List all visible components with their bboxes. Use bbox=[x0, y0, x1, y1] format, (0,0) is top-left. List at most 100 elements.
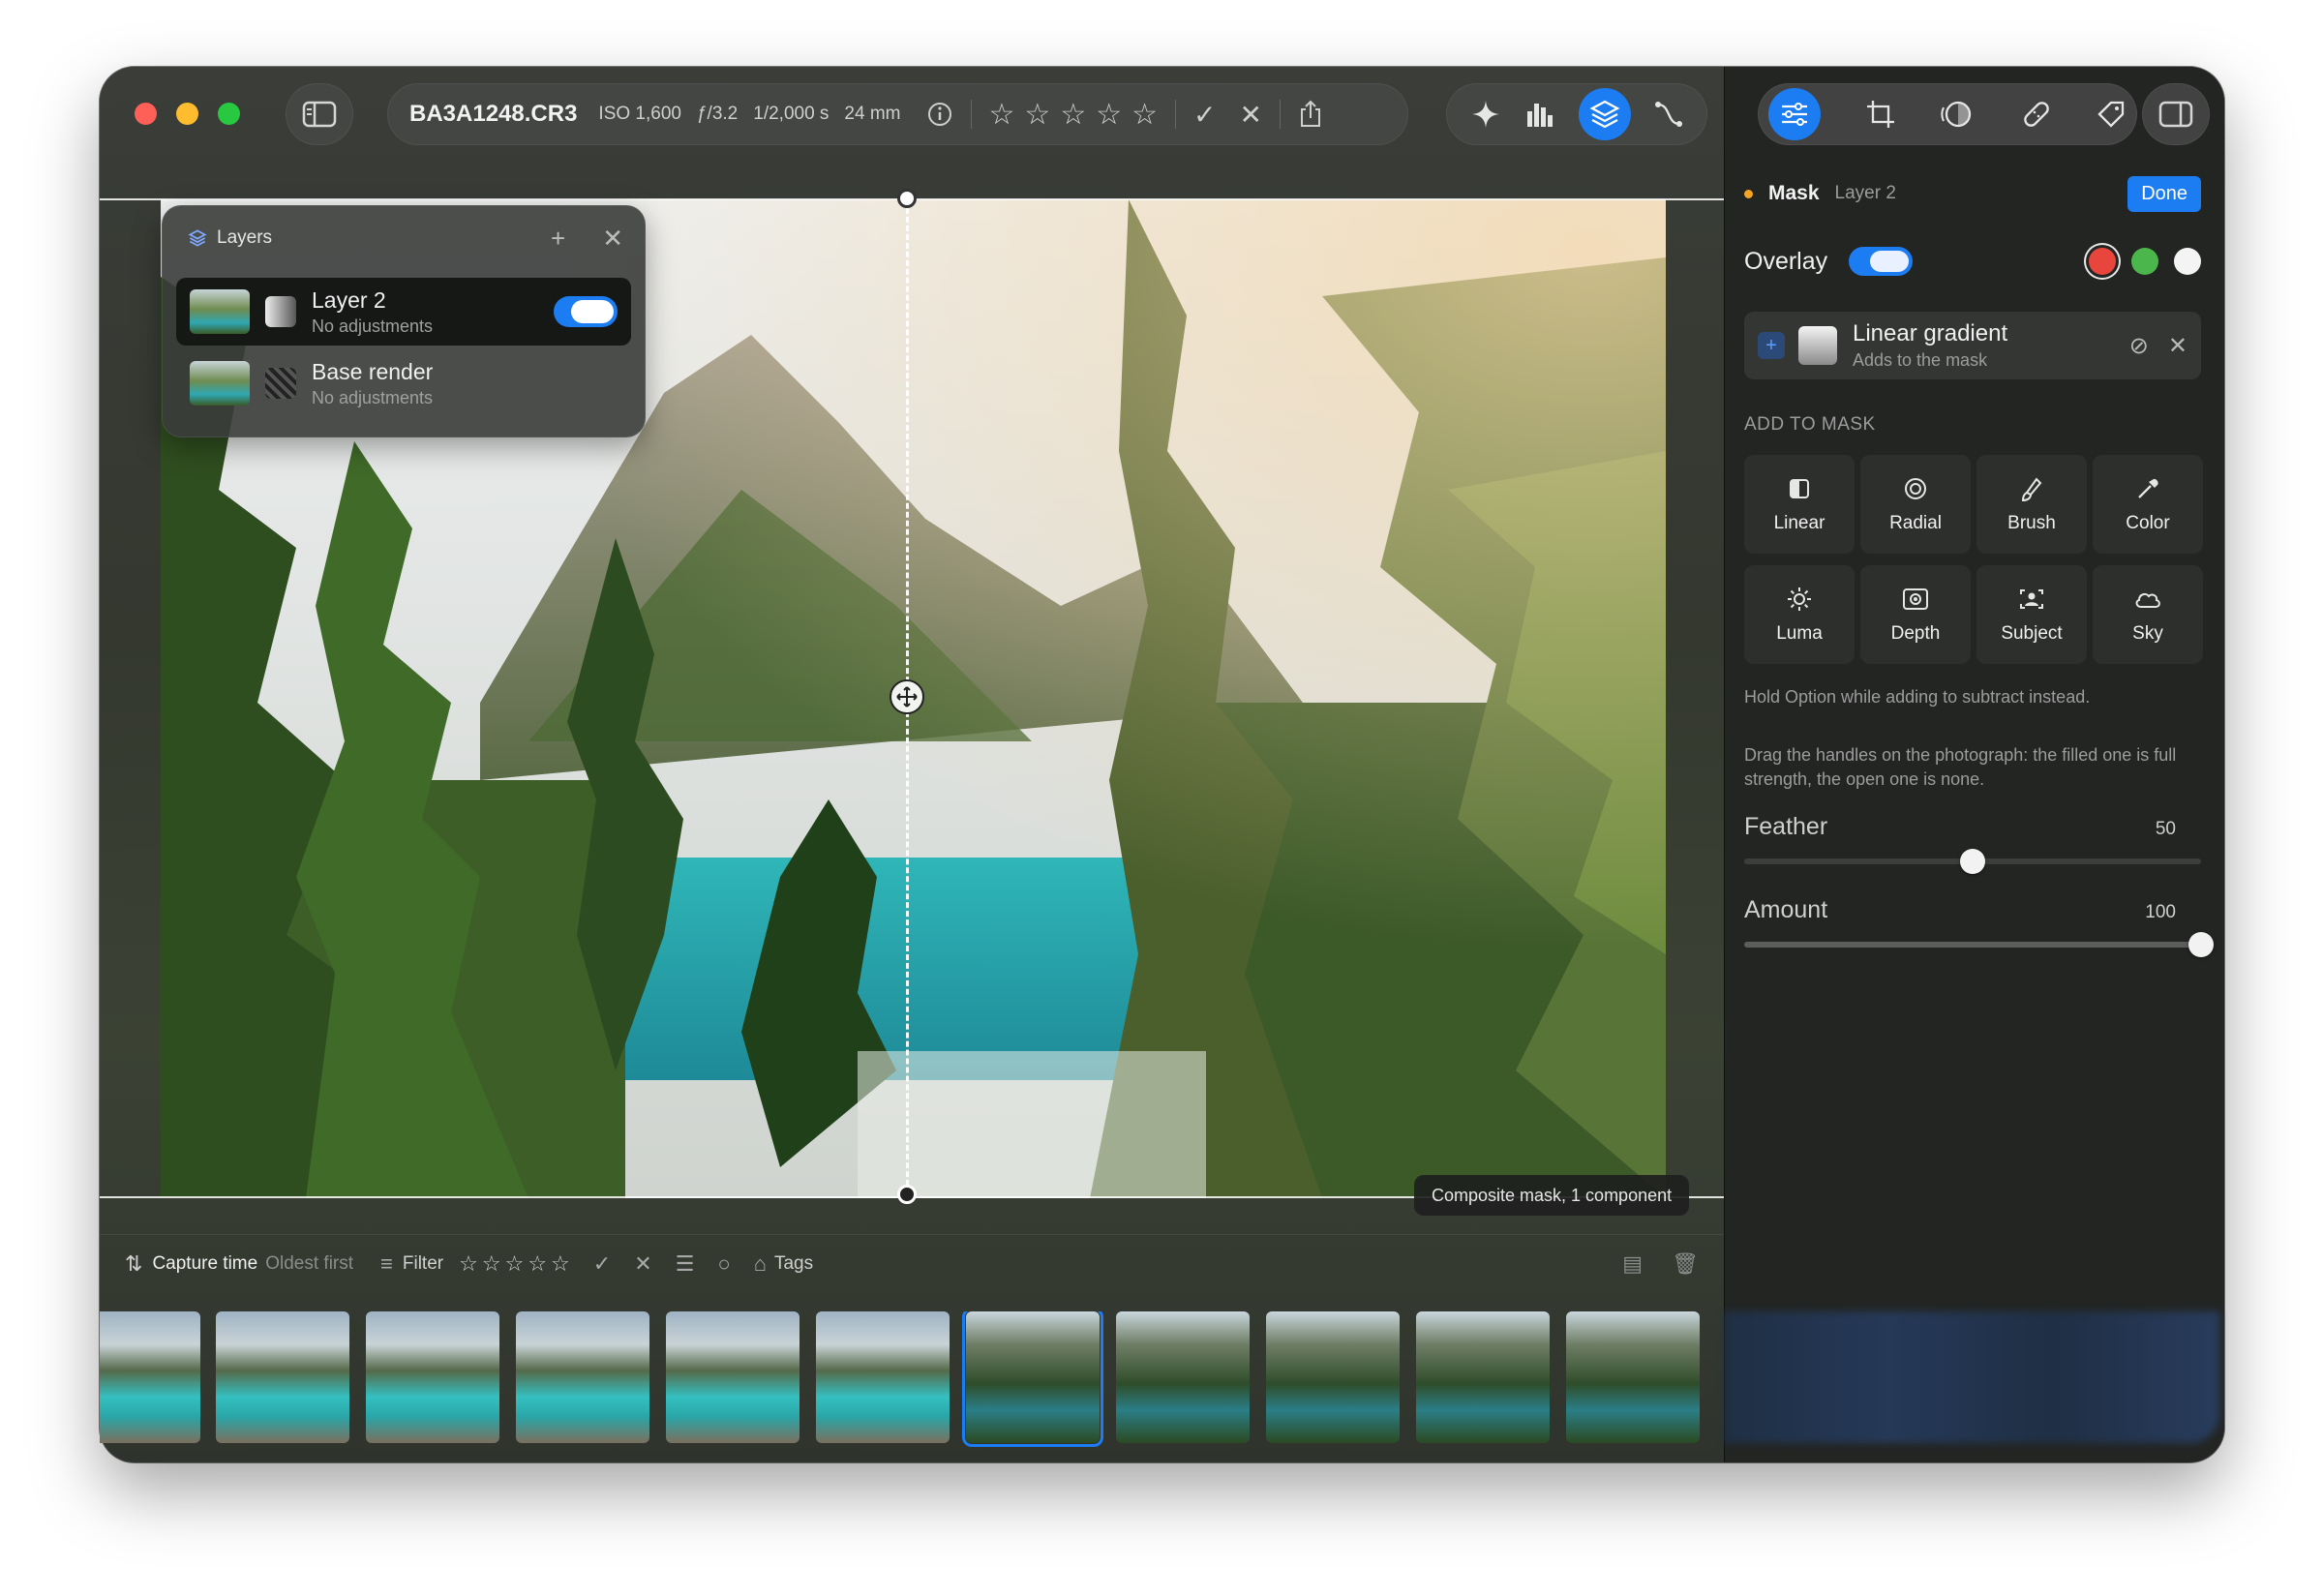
filter-icon[interactable]: ≡ bbox=[380, 1251, 393, 1277]
reject-x-icon[interactable]: ✕ bbox=[1240, 99, 1262, 131]
layers-panel: Layers + ✕ Layer 2 No adjustments Base r… bbox=[162, 205, 646, 437]
depth-mask-button[interactable]: Depth bbox=[1860, 565, 1971, 664]
filter-accepted-icon[interactable]: ✓ bbox=[593, 1251, 611, 1277]
luma-mask-button[interactable]: Luma bbox=[1744, 565, 1855, 664]
amount-slider-knob[interactable] bbox=[2188, 932, 2214, 957]
tool-label: Brush bbox=[2007, 513, 2056, 533]
star-icon[interactable]: ☆ bbox=[482, 1251, 501, 1277]
star-icon[interactable]: ☆ bbox=[989, 98, 1015, 132]
crop-icon[interactable] bbox=[1865, 99, 1896, 130]
star-icon[interactable]: ☆ bbox=[505, 1251, 525, 1277]
star-icon[interactable]: ☆ bbox=[1024, 98, 1050, 132]
filmstrip-thumbnail[interactable] bbox=[816, 1311, 950, 1443]
filmstrip-thumbnail[interactable] bbox=[100, 1311, 200, 1443]
filter-circle-icon[interactable]: ○ bbox=[717, 1251, 730, 1277]
adjustments-tab[interactable] bbox=[1768, 88, 1821, 140]
filmstrip-thumbnail[interactable] bbox=[1416, 1311, 1550, 1443]
zoom-window-button[interactable] bbox=[218, 103, 240, 125]
filter-star-rating[interactable]: ☆ ☆ ☆ ☆ ☆ bbox=[459, 1251, 570, 1277]
inspector-icon bbox=[2158, 101, 2193, 128]
layer-row-base-render[interactable]: Base render No adjustments bbox=[176, 349, 631, 417]
feather-slider[interactable] bbox=[1744, 849, 2201, 874]
overlay-color-red[interactable] bbox=[2089, 248, 2116, 275]
filmstrip-thumbnail[interactable] bbox=[666, 1311, 799, 1443]
close-window-button[interactable] bbox=[135, 103, 157, 125]
add-mode-icon[interactable]: + bbox=[1758, 332, 1785, 359]
filmstrip-thumbnail[interactable] bbox=[1566, 1311, 1700, 1443]
filter-rejected-icon[interactable]: ✕ bbox=[634, 1251, 651, 1277]
gradient-handle-filled[interactable] bbox=[897, 1185, 917, 1204]
layers-header: Layers + ✕ bbox=[188, 224, 623, 253]
amount-slider[interactable] bbox=[1744, 932, 2214, 957]
overlay-color-swatches bbox=[2089, 248, 2201, 275]
remove-component-icon[interactable]: ✕ bbox=[2168, 332, 2187, 360]
star-icon[interactable]: ☆ bbox=[1060, 98, 1086, 132]
overlay-toggle[interactable] bbox=[1849, 247, 1914, 276]
tool-label: Radial bbox=[1889, 513, 1942, 533]
filmstrip-thumbnail[interactable] bbox=[1266, 1311, 1400, 1443]
move-handle-icon[interactable] bbox=[890, 679, 924, 714]
filmstrip-thumbnail-selected[interactable] bbox=[962, 1311, 1103, 1447]
sidebar-toggle-button[interactable] bbox=[286, 83, 353, 145]
divider bbox=[970, 100, 972, 129]
filmstrip-thumbnail[interactable] bbox=[516, 1311, 649, 1443]
sparkle-icon[interactable] bbox=[1469, 98, 1502, 131]
radial-mask-button[interactable]: Radial bbox=[1860, 455, 1971, 554]
filename: BA3A1248.CR3 bbox=[409, 101, 578, 127]
mask-title: Mask bbox=[1768, 182, 1820, 204]
close-icon[interactable]: ✕ bbox=[602, 224, 623, 254]
filmstrip-thumbnail[interactable] bbox=[366, 1311, 499, 1443]
layer-visibility-toggle[interactable] bbox=[554, 296, 618, 327]
brush-mask-button[interactable]: Brush bbox=[1976, 455, 2087, 554]
add-layer-icon[interactable]: + bbox=[551, 224, 565, 254]
tool-label: Subject bbox=[2001, 623, 2063, 644]
star-icon[interactable]: ☆ bbox=[1096, 98, 1122, 132]
mask-component-card[interactable]: + Linear gradient Adds to the mask ⊘ ✕ bbox=[1744, 312, 2201, 379]
tag-icon[interactable] bbox=[2096, 99, 2127, 130]
subject-mask-button[interactable]: Subject bbox=[1976, 565, 2087, 664]
feather-slider-knob[interactable] bbox=[1960, 849, 1985, 874]
hide-component-icon[interactable]: ⊘ bbox=[2129, 332, 2149, 360]
layer-mask-thumbnail bbox=[265, 296, 296, 327]
document-icon[interactable]: ▤ bbox=[1622, 1251, 1643, 1277]
sort-field[interactable]: Capture time bbox=[152, 1253, 257, 1275]
share-icon[interactable] bbox=[1298, 100, 1323, 129]
filmstrip-thumbnail[interactable] bbox=[1116, 1311, 1250, 1443]
done-button[interactable]: Done bbox=[2127, 175, 2201, 212]
heal-icon[interactable] bbox=[2021, 99, 2052, 130]
trash-icon[interactable]: 🗑 bbox=[1672, 1251, 1699, 1277]
accept-check-icon[interactable]: ✓ bbox=[1193, 99, 1216, 131]
filter-adjusted-icon[interactable]: ☰ bbox=[676, 1251, 695, 1277]
inspector-toggle-button[interactable] bbox=[2142, 83, 2210, 145]
star-icon[interactable]: ☆ bbox=[551, 1251, 570, 1277]
feather-value[interactable]: 50 bbox=[2156, 819, 2176, 840]
overlay-color-green[interactable] bbox=[2131, 248, 2158, 275]
star-icon[interactable]: ☆ bbox=[528, 1251, 547, 1277]
linear-mask-button[interactable]: Linear bbox=[1744, 455, 1855, 554]
subject-icon bbox=[2018, 585, 2045, 614]
sort-order[interactable]: Oldest first bbox=[265, 1253, 353, 1275]
overlay-color-white[interactable] bbox=[2174, 248, 2201, 275]
layer-row-layer-2[interactable]: Layer 2 No adjustments bbox=[176, 278, 631, 346]
curve-icon[interactable] bbox=[1653, 99, 1684, 130]
tool-label: Linear bbox=[1773, 513, 1825, 533]
hint-option: Hold Option while adding to subtract ins… bbox=[1744, 687, 2091, 707]
mask-icon[interactable] bbox=[1940, 99, 1976, 130]
layers-icon bbox=[188, 229, 207, 247]
sort-icon[interactable]: ⇅ bbox=[125, 1251, 142, 1277]
star-icon[interactable]: ☆ bbox=[459, 1251, 478, 1277]
filter-label[interactable]: Filter bbox=[403, 1253, 443, 1275]
amount-value[interactable]: 100 bbox=[2145, 902, 2176, 923]
star-rating[interactable]: ☆ ☆ ☆ ☆ ☆ bbox=[989, 98, 1159, 132]
info-icon[interactable] bbox=[926, 101, 953, 128]
minimize-window-button[interactable] bbox=[176, 103, 198, 125]
tags-label[interactable]: Tags bbox=[774, 1253, 813, 1275]
sky-mask-button[interactable]: Sky bbox=[2093, 565, 2203, 664]
divider bbox=[1175, 100, 1177, 129]
tag-icon[interactable]: ⌂ bbox=[754, 1251, 767, 1277]
layers-tool-button[interactable] bbox=[1579, 88, 1632, 140]
filmstrip-thumbnail[interactable] bbox=[216, 1311, 349, 1443]
star-icon[interactable]: ☆ bbox=[1131, 98, 1158, 132]
histogram-icon[interactable] bbox=[1524, 100, 1557, 129]
color-mask-button[interactable]: Color bbox=[2093, 455, 2203, 554]
